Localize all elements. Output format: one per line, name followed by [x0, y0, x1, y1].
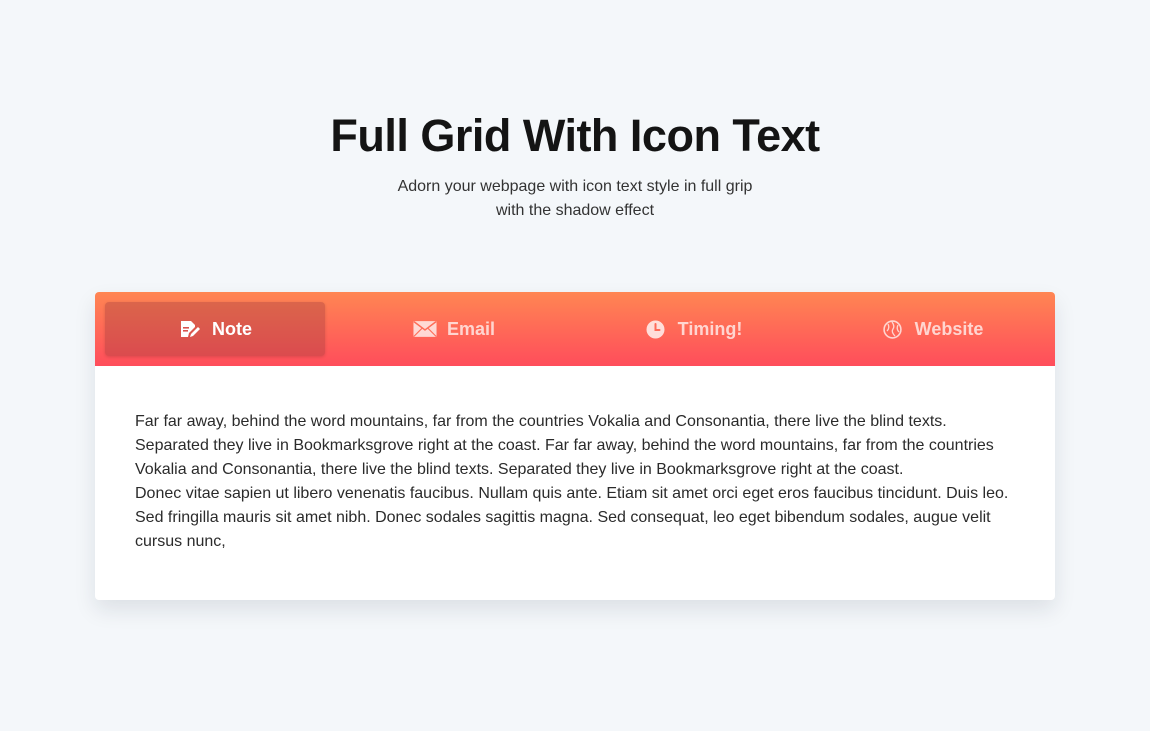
tabs-card: Note Email Timing! Website Far far away,…	[95, 292, 1055, 600]
globe-icon	[881, 317, 905, 341]
tab-timing[interactable]: Timing!	[583, 302, 803, 356]
tab-note-label: Note	[212, 318, 252, 339]
envelope-icon	[413, 317, 437, 341]
page-header: Full Grid With Icon Text Adorn your webp…	[0, 0, 1150, 223]
clock-icon	[644, 317, 668, 341]
tab-panel-content: Far far away, behind the word mountains,…	[95, 366, 1055, 554]
content-paragraph: Far far away, behind the word mountains,…	[135, 413, 994, 478]
tab-email[interactable]: Email	[344, 302, 564, 356]
tab-website[interactable]: Website	[822, 302, 1042, 356]
page-title: Full Grid With Icon Text	[330, 110, 820, 161]
tab-note[interactable]: Note	[105, 302, 325, 356]
content-paragraph: Donec vitae sapien ut libero venenatis f…	[135, 485, 1009, 550]
page-subtitle: Adorn your webpage with icon text style …	[397, 178, 753, 219]
tab-website-label: Website	[914, 318, 984, 339]
tab-bar: Note Email Timing! Website	[95, 292, 1055, 366]
tab-email-label: Email	[446, 318, 496, 339]
tab-timing-label: Timing!	[677, 318, 743, 339]
note-edit-icon	[178, 317, 202, 341]
